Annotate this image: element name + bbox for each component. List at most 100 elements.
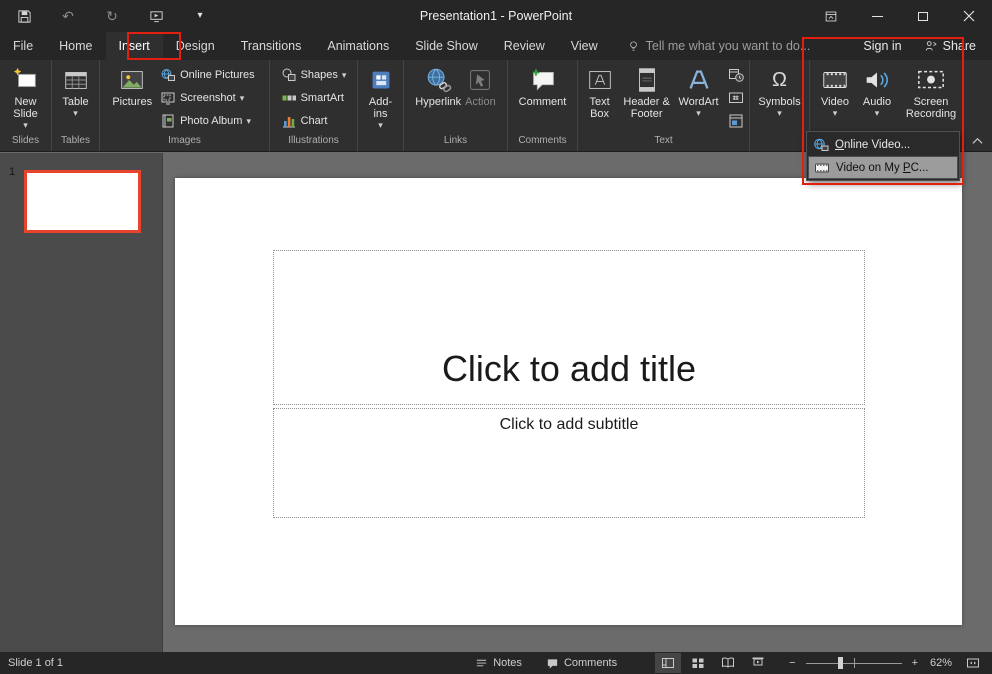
audio-icon — [862, 64, 892, 96]
header-footer-button[interactable]: Header & Footer — [621, 62, 672, 122]
slide-sorter-view-button[interactable] — [685, 653, 711, 673]
zoom-slider-handle[interactable] — [838, 657, 843, 669]
undo-button[interactable]: ↶ — [58, 4, 78, 28]
comment-icon — [528, 64, 558, 96]
collapse-ribbon-button[interactable] — [968, 134, 986, 148]
chart-button[interactable]: Chart — [277, 110, 351, 132]
chevron-down-icon: ▾ — [378, 121, 383, 130]
online-pictures-label: Online Pictures — [180, 69, 255, 81]
start-from-beginning-button[interactable] — [146, 4, 166, 28]
photo-album-button[interactable]: Photo Album ▾ — [156, 110, 259, 132]
table-button[interactable]: Table ▾ — [59, 62, 93, 120]
chart-icon — [281, 113, 297, 129]
reading-view-button[interactable] — [715, 653, 741, 673]
comment-label: Comment — [519, 96, 567, 108]
normal-view-button[interactable] — [655, 653, 681, 673]
wordart-icon — [684, 64, 714, 96]
fit-to-window-icon — [966, 656, 980, 670]
close-button[interactable] — [946, 0, 992, 32]
zoom-slider[interactable] — [806, 655, 902, 671]
screen-recording-button[interactable]: Screen Recording — [899, 62, 963, 122]
date-time-button[interactable] — [725, 64, 747, 85]
new-slide-button[interactable]: New Slide ▾ — [2, 62, 49, 132]
table-icon — [61, 64, 91, 96]
chevron-down-icon: ▾ — [696, 109, 701, 118]
slide-number-button[interactable] — [725, 87, 747, 108]
title-placeholder[interactable]: Click to add title — [273, 250, 865, 405]
tab-review[interactable]: Review — [491, 32, 558, 60]
symbols-omega-icon: Ω — [772, 64, 787, 96]
video-button[interactable]: Video ▾ — [815, 62, 855, 120]
zoom-in-icon: + — [912, 657, 918, 669]
reading-view-icon — [721, 656, 735, 670]
tab-transitions[interactable]: Transitions — [228, 32, 315, 60]
tab-view[interactable]: View — [558, 32, 611, 60]
tab-insert[interactable]: Insert — [106, 32, 163, 60]
save-button[interactable] — [14, 4, 34, 28]
add-ins-icon — [366, 64, 396, 96]
screenshot-button[interactable]: Screenshot ▾ — [156, 87, 259, 109]
menu-item-online-video[interactable]: Online Video... — [808, 133, 958, 156]
wordart-button[interactable]: WordArt ▾ — [674, 62, 723, 120]
chevron-down-icon: ▾ — [246, 116, 251, 127]
maximize-button[interactable] — [900, 0, 946, 32]
pictures-button[interactable]: Pictures — [110, 62, 154, 110]
online-pictures-button[interactable]: Online Pictures — [156, 64, 259, 86]
group-slides: New Slide ▾ Slides — [0, 60, 52, 151]
notes-button[interactable]: Notes — [469, 652, 528, 674]
shapes-label: Shapes — [301, 69, 338, 81]
redo-button[interactable]: ↻ — [102, 4, 122, 28]
smartart-button[interactable]: SmartArt — [277, 87, 351, 109]
subtitle-placeholder[interactable]: Click to add subtitle — [273, 408, 865, 518]
sign-in-link[interactable]: Sign in — [863, 39, 901, 53]
hyperlink-button[interactable]: Hyperlink — [413, 62, 463, 110]
chevron-down-icon: ▾ — [833, 109, 838, 118]
text-box-icon — [585, 64, 615, 96]
slide-canvas: Click to add title Click to add subtitle — [175, 178, 962, 625]
chevron-down-icon: ▾ — [875, 109, 880, 118]
minimize-button[interactable] — [854, 0, 900, 32]
menu-item-label: Online Video... — [835, 139, 910, 151]
customize-qat-button[interactable]: ▾ — [190, 4, 210, 28]
object-icon — [728, 113, 744, 129]
slide-1-thumbnail[interactable] — [24, 170, 141, 233]
close-icon — [963, 10, 975, 22]
action-button[interactable]: Action — [463, 62, 498, 110]
fit-to-window-button[interactable] — [962, 652, 984, 674]
zoom-in-button[interactable]: + — [910, 652, 920, 674]
screenshot-label: Screenshot — [180, 92, 236, 104]
tell-me-box[interactable]: Tell me what you want to do... — [627, 39, 811, 53]
tab-slide-show[interactable]: Slide Show — [402, 32, 491, 60]
audio-button[interactable]: Audio ▾ — [857, 62, 897, 120]
header-footer-icon — [632, 64, 662, 96]
menu-item-video-on-my-pc[interactable]: Video on My PC... — [808, 156, 958, 179]
lightbulb-icon — [627, 39, 640, 53]
zoom-level[interactable]: 62% — [920, 657, 952, 669]
slide-show-view-button[interactable] — [745, 653, 771, 673]
date-time-icon — [728, 67, 744, 83]
text-box-button[interactable]: Text Box — [580, 62, 619, 122]
tab-animations[interactable]: Animations — [314, 32, 402, 60]
notes-icon — [475, 657, 488, 670]
online-pictures-icon — [160, 67, 176, 83]
powerpoint-window: Presentation1 - PowerPoint ↶ ↻ ▾ — [0, 0, 992, 674]
group-label-tables: Tables — [54, 135, 97, 151]
zoom-out-button[interactable]: − — [787, 652, 797, 674]
tab-design[interactable]: Design — [163, 32, 228, 60]
shapes-button[interactable]: Shapes ▾ — [277, 64, 351, 86]
ribbon-display-options-button[interactable] — [808, 0, 854, 32]
add-ins-button[interactable]: Add-ins ▾ — [361, 62, 401, 132]
label-part: Video on My — [836, 162, 903, 174]
label-part: nline Video... — [844, 139, 910, 151]
share-button[interactable]: Share — [924, 39, 976, 53]
comments-button[interactable]: Comments — [540, 652, 623, 674]
comment-button[interactable]: Comment — [517, 62, 569, 110]
object-button[interactable] — [725, 110, 747, 131]
tab-home[interactable]: Home — [46, 32, 105, 60]
symbols-button[interactable]: Ω Symbols ▾ — [756, 62, 802, 120]
pictures-icon — [117, 64, 147, 96]
hyperlink-icon — [423, 64, 453, 96]
screenshot-icon — [160, 90, 176, 106]
chart-label: Chart — [301, 115, 328, 127]
tab-file[interactable]: File — [0, 32, 46, 60]
